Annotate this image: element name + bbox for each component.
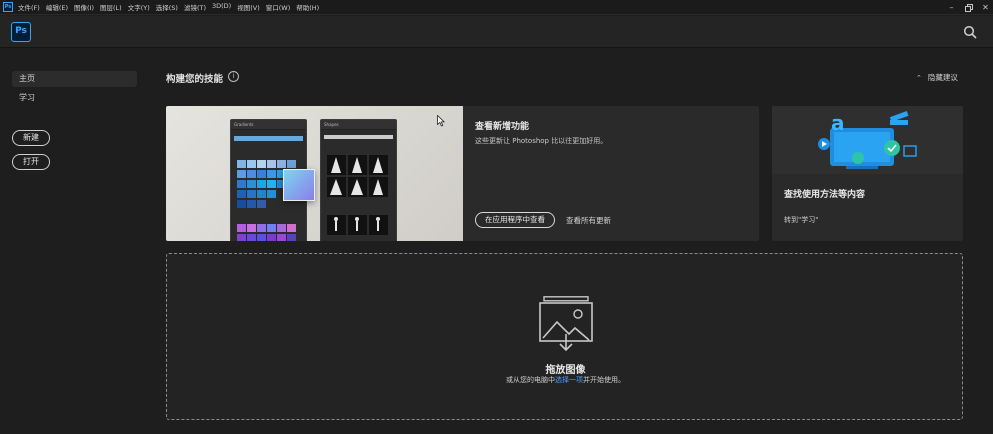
menu-image[interactable]: 图像(I) (74, 2, 94, 12)
select-file-link[interactable]: 选择一项 (555, 376, 583, 384)
menu-edit[interactable]: 编辑(E) (46, 2, 68, 12)
menu-3d[interactable]: 3D(D) (212, 2, 231, 12)
menu-filter[interactable]: 滤镜(T) (184, 2, 206, 12)
drop-zone-subtitle-suffix: 并开始使用。 (583, 376, 625, 384)
dragged-gradient-swatch (283, 169, 315, 201)
app-header: Ps (0, 16, 993, 48)
sidebar-item-home[interactable]: 主页 (12, 71, 137, 87)
shapes-panel-title: Shapes (321, 120, 396, 130)
whats-new-title: 查看新增功能 (475, 122, 530, 132)
hide-tips-toggle[interactable]: ⌃ 隐藏建议 (916, 72, 958, 83)
whats-new-thumbnail[interactable]: Gradients Shapes (166, 106, 463, 241)
menu-file[interactable]: 文件(F) (18, 2, 40, 12)
menu-help[interactable]: 帮助(H) (296, 2, 319, 12)
chevron-up-icon: ⌃ (916, 73, 922, 82)
shapes-panel-image: Shapes (320, 119, 397, 241)
menu-window[interactable]: 窗口(W) (266, 2, 291, 12)
go-to-learn-link[interactable]: 转到"学习" (784, 215, 818, 225)
learn-card[interactable]: a 查找使用方法等内容 转到"学习" (772, 106, 963, 241)
shapes-graphic (324, 135, 393, 235)
learn-card-title: 查找使用方法等内容 (784, 190, 866, 200)
open-button[interactable]: 打开 (12, 154, 50, 170)
restore-icon[interactable] (961, 0, 976, 15)
menu-type[interactable]: 文字(Y) (128, 2, 150, 12)
minimize-icon[interactable]: – (944, 0, 959, 15)
svg-text:a: a (831, 111, 845, 135)
view-all-updates-link[interactable]: 查看所有更新 (566, 215, 611, 226)
sidebar: 主页 学习 新建 打开 (0, 49, 146, 434)
app-mini-icon: Ps (3, 2, 13, 12)
close-icon[interactable]: ✕ (978, 0, 993, 15)
gradients-panel-title: Gradients (231, 120, 306, 130)
section-title: 构建您的技能 (166, 74, 224, 85)
learn-illustration: a (772, 106, 963, 174)
drop-zone-subtitle: 或从您的电脑中选择一项并开始使用。 (167, 375, 964, 385)
menu-layer[interactable]: 图层(L) (100, 2, 122, 12)
menu-items: 文件(F) 编辑(E) 图像(I) 图层(L) 文字(Y) 选择(S) 滤镜(T… (18, 2, 325, 12)
menu-bar: Ps 文件(F) 编辑(E) 图像(I) 图层(L) 文字(Y) 选择(S) 滤… (0, 0, 993, 15)
whats-new-description: 这些更新让 Photoshop 比以往更加好用。 (475, 137, 608, 145)
menu-view[interactable]: 视图(V) (237, 2, 260, 12)
menu-select[interactable]: 选择(S) (156, 2, 178, 12)
hide-tips-label: 隐藏建议 (927, 73, 958, 82)
search-icon[interactable] (963, 25, 977, 39)
mouse-cursor-icon (437, 115, 445, 127)
view-in-app-button[interactable]: 在应用程序中查看 (475, 212, 555, 228)
drop-zone-subtitle-prefix: 或从您的电脑中 (506, 376, 555, 384)
photoshop-logo[interactable]: Ps (11, 22, 31, 42)
drop-zone-title: 拖放图像 (545, 365, 586, 376)
new-button[interactable]: 新建 (12, 130, 50, 146)
image-drop-zone[interactable]: 拖放图像 或从您的电脑中选择一项并开始使用。 (166, 253, 963, 420)
info-icon[interactable]: i (228, 71, 239, 82)
image-upload-icon (539, 296, 593, 352)
sidebar-item-learn[interactable]: 学习 (12, 90, 137, 106)
window-controls: – ✕ (942, 0, 993, 15)
whats-new-card: Gradients Shapes 查看新增功能 这些更新让 Photoshop … (166, 106, 759, 241)
